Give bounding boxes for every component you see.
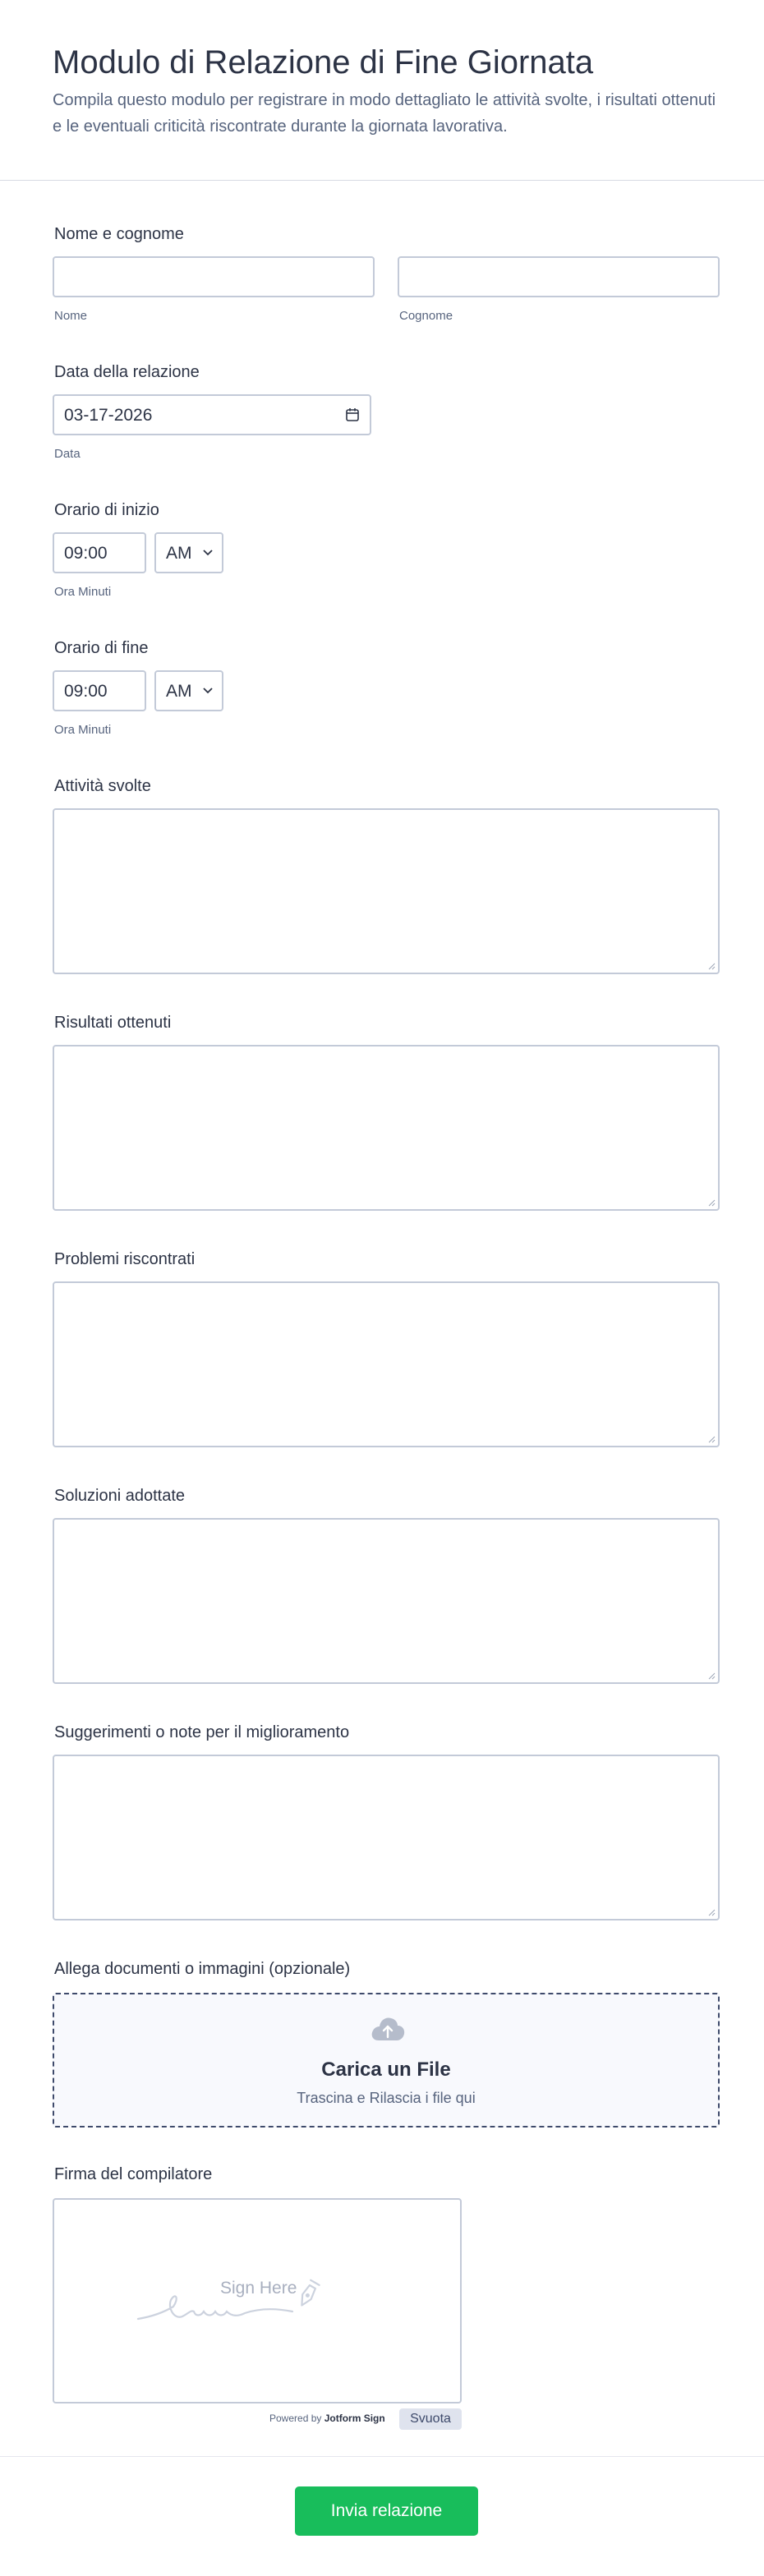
signature-pad[interactable]: Sign Here <box>53 2198 462 2404</box>
resize-grip-icon[interactable] <box>707 1435 716 1443</box>
submit-button[interactable]: Invia relazione <box>295 2486 478 2536</box>
date-value: 03-17-2026 <box>64 406 153 425</box>
footer-divider <box>0 2456 764 2457</box>
form-header: Modulo di Relazione di Fine Giornata Com… <box>0 0 764 181</box>
upload-title: Carica un File <box>321 2058 451 2081</box>
form-title: Modulo di Relazione di Fine Giornata <box>53 44 594 80</box>
end-ampm-select[interactable]: AM <box>154 670 223 711</box>
suggestions-label: Suggerimenti o note per il miglioramento <box>54 1723 350 1741</box>
end-ampm-value: AM <box>166 682 192 701</box>
end-time-value: 09:00 <box>64 682 108 701</box>
suggestions-textarea[interactable] <box>53 1755 720 1920</box>
end-time-input[interactable]: 09:00 <box>53 670 146 711</box>
activities-label: Attività svolte <box>54 777 151 795</box>
file-upload-dropzone[interactable]: Carica un File Trascina e Rilascia i fil… <box>53 1993 720 2128</box>
resize-grip-icon[interactable] <box>707 1672 716 1680</box>
problems-textarea[interactable] <box>53 1281 720 1447</box>
date-sublabel: Data <box>54 447 81 461</box>
start-time-label: Orario di inizio <box>54 501 159 519</box>
last-name-input[interactable] <box>398 256 720 297</box>
problems-label: Problemi riscontrati <box>54 1250 196 1268</box>
solutions-textarea[interactable] <box>53 1518 720 1684</box>
date-label: Data della relazione <box>54 363 200 381</box>
start-ampm-value: AM <box>166 544 192 563</box>
powered-by-text: Powered by Jotform Sign <box>269 2413 385 2424</box>
name-label: Nome e cognome <box>54 225 184 243</box>
powered-prefix: Powered by <box>269 2413 322 2424</box>
upload-subtitle: Trascina e Rilascia i file qui <box>297 2090 476 2106</box>
results-textarea[interactable] <box>53 1045 720 1211</box>
activities-textarea[interactable] <box>53 808 720 974</box>
results-label: Risultati ottenuti <box>54 1014 172 1032</box>
start-ampm-select[interactable]: AM <box>154 532 223 573</box>
first-name-input[interactable] <box>53 256 375 297</box>
solutions-label: Soluzioni adottate <box>54 1487 186 1505</box>
signature-illustration <box>136 2279 320 2321</box>
cloud-upload-icon <box>371 2017 405 2040</box>
resize-grip-icon[interactable] <box>707 962 716 970</box>
end-time-label: Orario di fine <box>54 639 149 657</box>
date-input[interactable]: 03-17-2026 <box>53 394 371 435</box>
start-time-sublabel: Ora Minuti <box>54 585 112 599</box>
powered-brand: Jotform Sign <box>324 2413 385 2424</box>
end-time-sublabel: Ora Minuti <box>54 723 112 737</box>
clear-signature-button[interactable]: Svuota <box>399 2408 462 2430</box>
resize-grip-icon[interactable] <box>707 1908 716 1916</box>
last-name-sublabel: Cognome <box>399 309 453 323</box>
resize-grip-icon[interactable] <box>707 1198 716 1207</box>
first-name-sublabel: Nome <box>54 309 88 323</box>
form-description: Compila questo modulo per registrare in … <box>53 91 716 136</box>
calendar-icon[interactable] <box>345 407 360 422</box>
start-time-value: 09:00 <box>64 544 108 563</box>
start-time-input[interactable]: 09:00 <box>53 532 146 573</box>
upload-label: Allega documenti o immagini (opzionale) <box>54 1960 351 1978</box>
chevron-down-icon <box>203 688 213 694</box>
chevron-down-icon <box>203 550 213 556</box>
signature-label: Firma del compilatore <box>54 2165 213 2183</box>
